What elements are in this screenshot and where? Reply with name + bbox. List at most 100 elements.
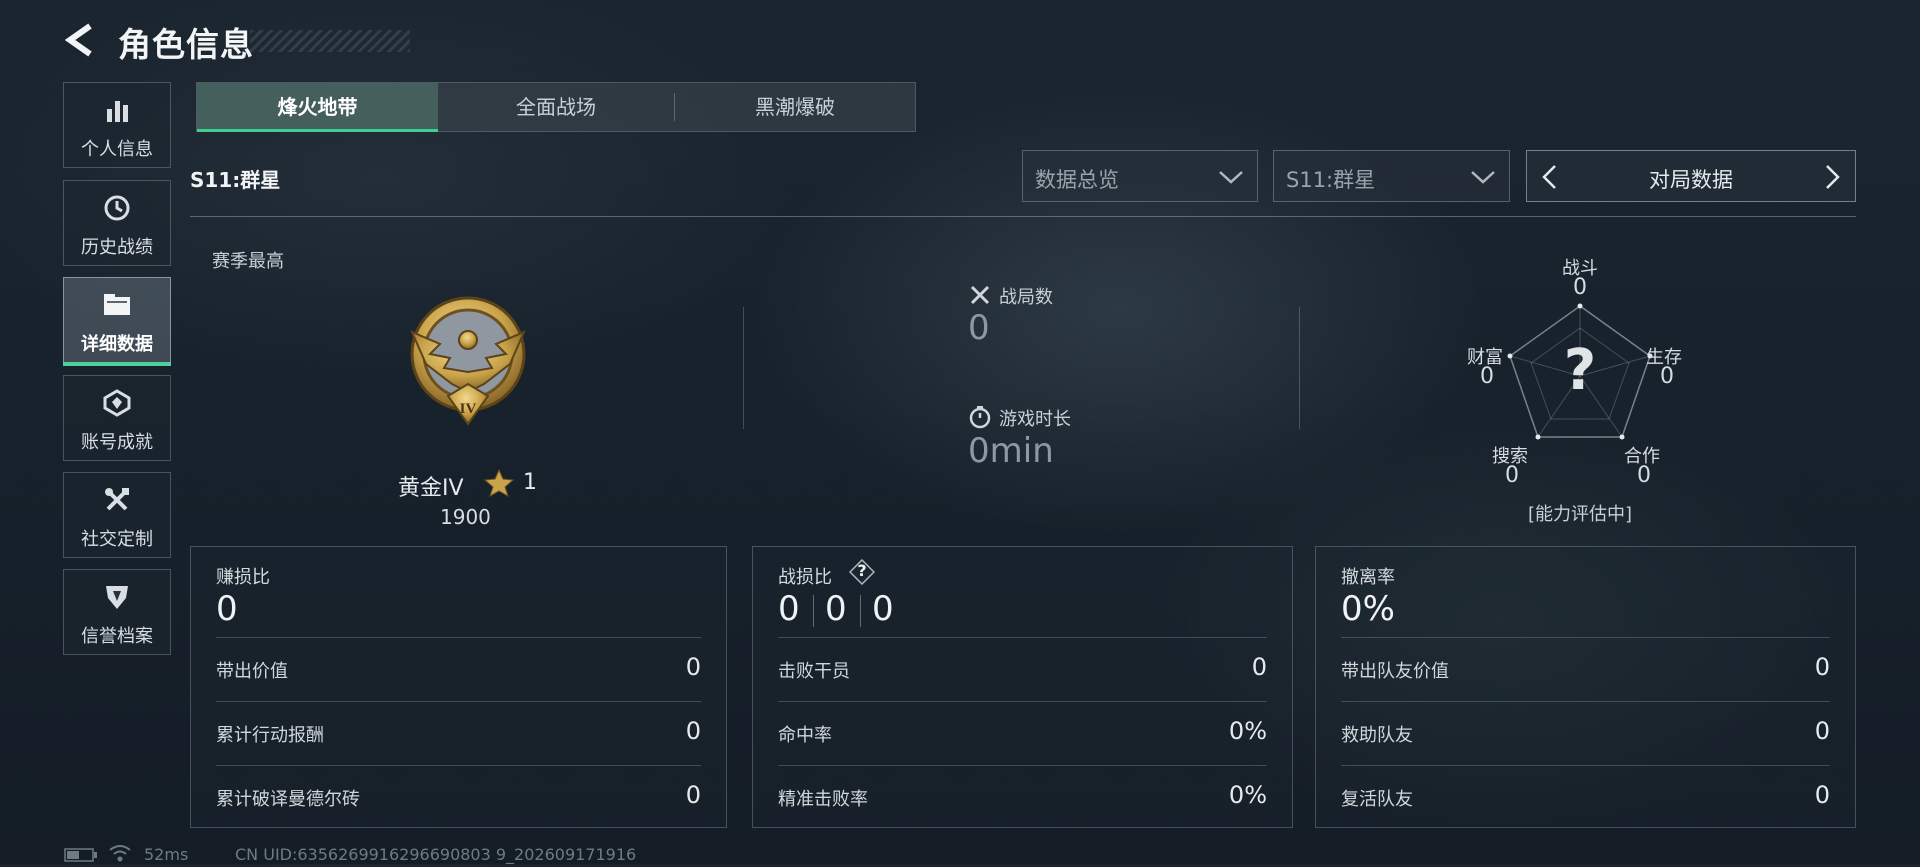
- row-label: 命中率: [778, 725, 832, 746]
- season-label: S11:群星: [190, 168, 281, 192]
- bar-chart-icon: [64, 95, 170, 125]
- sidebar-item-label: 社交定制: [81, 529, 153, 550]
- playtime-value: 0min: [968, 431, 1054, 471]
- chevron-down-icon: [1219, 171, 1243, 184]
- row-value: 0: [685, 717, 701, 745]
- rank-stars: 1: [523, 470, 537, 495]
- mode-tabs: 烽火地带 全面战场 黑潮爆破: [196, 82, 916, 132]
- sidebar-item-credit-record[interactable]: 信誉档案: [63, 569, 171, 655]
- pager-next-button[interactable]: [1819, 163, 1845, 191]
- achievement-icon: [64, 388, 170, 418]
- sidebar-item-label: 历史战绩: [81, 237, 153, 258]
- row-label: 复活队友: [1341, 789, 1413, 810]
- back-button[interactable]: [60, 18, 100, 62]
- profit-panel: 赚损比 0 带出价值 0 累计行动报酬 0 累计破译曼德尔砖 0: [190, 546, 727, 828]
- tools-icon: [64, 485, 170, 515]
- chevron-right-icon: [1826, 165, 1840, 189]
- row-value: 0: [685, 653, 701, 681]
- kd-value-2: 0: [825, 589, 847, 629]
- battery-icon: [64, 847, 98, 866]
- panel-title: 撤离率: [1341, 567, 1395, 588]
- radar-unknown-mark: ?: [1563, 338, 1597, 403]
- sidebar-item-label: 账号成就: [81, 432, 153, 453]
- tab-black-tide[interactable]: 黑潮爆破: [675, 83, 915, 131]
- row-value: 0: [1251, 653, 1267, 681]
- history-icon: [64, 193, 170, 223]
- kd-value-3: 0: [872, 589, 894, 629]
- rank-score: 1900: [440, 505, 491, 529]
- shield-icon: [64, 582, 170, 612]
- folder-icon: [64, 290, 170, 320]
- table-row: 救助队友 0: [1341, 701, 1830, 763]
- title-decoration: [250, 30, 410, 52]
- column-divider: [1299, 307, 1300, 429]
- matches-value: 0: [968, 308, 990, 348]
- stopwatch-icon: [968, 405, 992, 433]
- ping-value: 52ms: [144, 845, 189, 864]
- sidebar-item-social-custom[interactable]: 社交定制: [63, 472, 171, 558]
- table-row: 累计行动报酬 0: [216, 701, 701, 763]
- sidebar-item-history[interactable]: 历史战绩: [63, 180, 171, 266]
- season-best-label: 赛季最高: [212, 251, 284, 272]
- table-row: 带出队友价值 0: [1341, 637, 1830, 699]
- extraction-panel: 撤离率 0% 带出队友价值 0 救助队友 0 复活队友 0: [1315, 546, 1856, 828]
- row-value: 0: [685, 781, 701, 809]
- table-row: 击败干员 0: [778, 637, 1267, 699]
- sidebar-item-label: 个人信息: [81, 139, 153, 160]
- row-label: 击败干员: [778, 661, 850, 682]
- sidebar-item-label: 详细数据: [81, 334, 153, 355]
- row-value: 0: [1814, 653, 1830, 681]
- row-value: 0: [1814, 781, 1830, 809]
- section-divider: [190, 216, 1856, 217]
- svg-text:IV: IV: [460, 401, 477, 417]
- table-row: 复活队友 0: [1341, 765, 1830, 827]
- rank-badge: IV: [400, 292, 536, 442]
- radar-value-teamwork: 0: [1637, 463, 1651, 488]
- sidebar-item-achievements[interactable]: 账号成就: [63, 375, 171, 461]
- data-type-pager: 对局数据: [1526, 150, 1856, 202]
- row-value: 0%: [1228, 781, 1267, 809]
- table-row: 带出价值 0: [216, 637, 701, 699]
- row-label: 累计破译曼德尔砖: [216, 789, 360, 810]
- sidebar-item-detailed-data[interactable]: 详细数据: [63, 277, 171, 366]
- player-uid: CN UID:6356269916296690803 9_20260917191…: [235, 845, 637, 864]
- gold-eagle-badge-icon: IV: [410, 296, 526, 426]
- pager-label: 对局数据: [1649, 168, 1733, 192]
- crossed-swords-icon: [968, 283, 992, 311]
- kd-value-1: 0: [778, 589, 800, 629]
- profit-ratio-value: 0: [216, 589, 238, 629]
- row-value: 0%: [1228, 717, 1267, 745]
- star-icon: [483, 468, 515, 501]
- scope-dropdown-value: 数据总览: [1035, 168, 1119, 192]
- help-mark: ?: [857, 561, 867, 580]
- sidebar-item-personal-info[interactable]: 个人信息: [63, 82, 171, 168]
- panel-title: 战损比: [778, 567, 832, 588]
- season-dropdown[interactable]: S11:群星: [1273, 150, 1510, 202]
- tab-all-out-warfare[interactable]: 全面战场: [438, 83, 674, 131]
- back-arrow-icon: [64, 23, 92, 57]
- radar-value-combat: 0: [1573, 275, 1587, 300]
- radar-value-wealth: 0: [1480, 364, 1494, 389]
- combat-panel: 战损比 ? 0 0 0 击败干员 0 命中率 0% 精准击败率 0%: [752, 546, 1293, 828]
- tab-beacon-zone[interactable]: 烽火地带: [197, 83, 438, 132]
- table-row: 累计破译曼德尔砖 0: [216, 765, 701, 827]
- ratio-divider: [860, 595, 861, 627]
- table-row: 精准击败率 0%: [778, 765, 1267, 827]
- sidebar-item-label: 信誉档案: [81, 626, 153, 647]
- row-value: 0: [1814, 717, 1830, 745]
- rank-name: 黄金IV: [398, 476, 464, 501]
- radar-value-search: 0: [1505, 463, 1519, 488]
- row-label: 累计行动报酬: [216, 725, 324, 746]
- page-title: 角色信息: [118, 25, 254, 64]
- row-label: 带出队友价值: [1341, 661, 1449, 682]
- extraction-rate-value: 0%: [1341, 589, 1395, 629]
- row-label: 带出价值: [216, 661, 288, 682]
- help-button[interactable]: ?: [848, 558, 876, 586]
- scope-dropdown[interactable]: 数据总览: [1022, 150, 1258, 202]
- ratio-divider: [813, 595, 814, 627]
- table-row: 命中率 0%: [778, 701, 1267, 763]
- chevron-down-icon: [1471, 171, 1495, 184]
- radar-value-survival: 0: [1660, 364, 1674, 389]
- row-label: 救助队友: [1341, 725, 1413, 746]
- wifi-icon: [108, 843, 132, 867]
